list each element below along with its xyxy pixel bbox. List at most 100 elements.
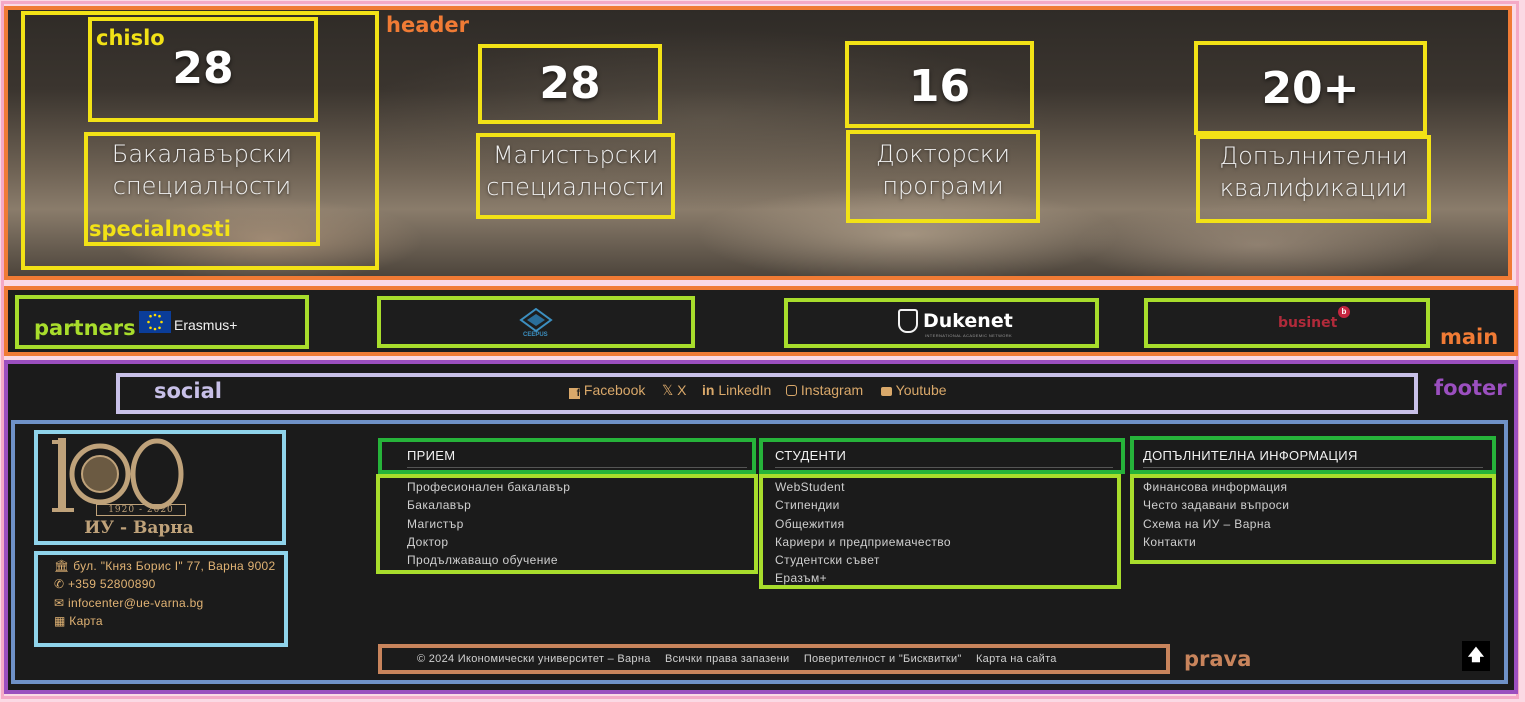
main-label: main: [1440, 325, 1499, 349]
column-heading-additional-info: ДОПЪЛНИТЕЛНА ИНФОРМАЦИЯ: [1143, 448, 1358, 463]
phone-text: +359 52800890: [68, 577, 156, 591]
specialnosti-label: specialnosti: [89, 217, 231, 241]
instagram-label: Instagram: [800, 382, 864, 398]
stat-caption-line2: специалности: [112, 172, 292, 200]
footer-link[interactable]: WebStudent: [775, 478, 951, 496]
youtube-icon: [881, 387, 892, 396]
sitemap-link[interactable]: Карта на сайта: [976, 653, 1057, 665]
facebook-icon: f: [569, 388, 580, 399]
facebook-label: Facebook: [583, 382, 646, 398]
address-line: 🏛 бул. "Княз Борис I" 77, Варна 9002: [54, 557, 276, 575]
footer-link[interactable]: Кариери и предприемачество: [775, 533, 951, 551]
logo-name: ИУ - Варна: [84, 518, 194, 538]
heading-divider: [775, 467, 1113, 468]
stat-caption-line2: специалности: [486, 173, 665, 201]
stat-number: 28: [172, 43, 234, 94]
eu-flag-icon: [139, 311, 171, 333]
footer-link[interactable]: Доктор: [407, 533, 570, 551]
youtube-link[interactable]: Youtube: [881, 382, 947, 398]
stat-number: 20+: [1261, 63, 1360, 114]
dukenet-shield-icon: [898, 309, 918, 333]
dukenet-text: Dukenet: [923, 310, 1013, 332]
column-heading-students: СТУДЕНТИ: [775, 448, 847, 463]
column-heading-box: ПРИЕМ: [378, 438, 756, 474]
footer-link[interactable]: Бакалавър: [407, 496, 570, 514]
footer-link[interactable]: Магистър: [407, 515, 570, 533]
stat-caption-line1: Допълнителни: [1219, 142, 1408, 170]
map-icon: ▦: [54, 614, 66, 628]
column-links-admission: Професионален бакалавър Бакалавър Магист…: [376, 474, 758, 574]
x-link[interactable]: 𝕏 X: [662, 382, 687, 399]
footer-link[interactable]: Продължаващо обучение: [407, 551, 570, 569]
column-links-additional-info: Финансова информация Често задавани въпр…: [1130, 474, 1496, 564]
stat-number-box: 28: [478, 44, 662, 124]
map-text: Карта: [69, 614, 103, 628]
stat-number: 28: [539, 58, 601, 109]
chislo-label: chislo: [96, 26, 165, 50]
column-links-students: WebStudent Стипендии Общежития Кариери и…: [759, 474, 1121, 589]
erasmus-text: Erasmus+: [174, 317, 238, 333]
stat-caption-box: Магистърски специалности: [476, 133, 675, 219]
privacy-link[interactable]: Поверителност и "Бисквитки": [804, 653, 962, 665]
partners-label: partners: [34, 316, 136, 340]
dukenet-subtitle: INTERNATIONAL ACADEMIC NETWORK: [925, 333, 1013, 338]
stat-caption-line1: Бакалавърски: [111, 140, 293, 168]
footer-link[interactable]: Общежития: [775, 515, 951, 533]
email-text: infocenter@ue-varna.bg: [68, 596, 204, 610]
footer-link[interactable]: Студентски съвет: [775, 551, 951, 569]
stat-caption-line2: програми: [882, 172, 1004, 200]
stat-number-box: 20+: [1194, 41, 1427, 135]
heading-divider: [407, 467, 747, 468]
footer-link[interactable]: Често задавани въпроси: [1143, 496, 1289, 514]
instagram-link[interactable]: Instagram: [786, 382, 863, 398]
facebook-link[interactable]: f Facebook: [569, 382, 645, 399]
stat-caption-line2: квалификации: [1219, 174, 1408, 202]
businet-badge-icon: b: [1338, 306, 1350, 318]
footer-link[interactable]: Професионален бакалавър: [407, 478, 570, 496]
x-icon: 𝕏: [662, 382, 674, 398]
footer-link[interactable]: Контакти: [1143, 533, 1289, 551]
footer-link[interactable]: Стипендии: [775, 496, 951, 514]
logo-years: 1920 - 2020: [96, 504, 186, 516]
copyright-text: © 2024 Икономически университет – Варна: [417, 653, 651, 665]
building-icon: 🏛: [54, 559, 70, 573]
rights-link[interactable]: Всички права запазени: [665, 653, 789, 665]
envelope-icon: ✉: [54, 596, 65, 610]
prava-label: prava: [1184, 647, 1252, 671]
instagram-icon: [786, 385, 797, 396]
phone-icon: ✆: [54, 577, 65, 591]
column-heading-box: СТУДЕНТИ: [759, 438, 1125, 474]
column-heading-box: ДОПЪЛНИТЕЛНА ИНФОРМАЦИЯ: [1130, 436, 1496, 474]
youtube-label: Youtube: [895, 382, 947, 398]
partner-dukenet-link[interactable]: Dukenet INTERNATIONAL ACADEMIC NETWORK: [784, 298, 1099, 348]
map-line[interactable]: ▦ Карта: [54, 612, 103, 630]
email-line[interactable]: ✉ infocenter@ue-varna.bg: [54, 594, 204, 612]
address-text: бул. "Княз Борис I" 77, Варна 9002: [73, 559, 276, 573]
footer-label: footer: [1434, 376, 1507, 400]
footer-link[interactable]: Еразъм+: [775, 569, 951, 587]
linkedin-link[interactable]: in LinkedIn: [702, 382, 771, 398]
copyright-bar: © 2024 Икономически университет – Варна …: [378, 644, 1170, 674]
linkedin-icon: in: [702, 382, 715, 398]
contacts-box: 🏛 бул. "Княз Борис I" 77, Варна 9002 ✆ +…: [34, 551, 288, 647]
partner-ceepus-link[interactable]: CEEPUS: [377, 296, 695, 348]
column-heading-admission: ПРИЕМ: [407, 448, 456, 463]
phone-line[interactable]: ✆ +359 52800890: [54, 575, 156, 593]
x-label: X: [677, 382, 687, 398]
ceepus-text: CEEPUS: [523, 332, 548, 338]
stat-caption-line1: Докторски: [876, 140, 1010, 168]
arrow-up-icon: 🡅: [1467, 647, 1485, 664]
university-logo-box[interactable]: 1920 - 2020 ИУ - Варна: [34, 430, 286, 545]
header-label: header: [386, 13, 469, 37]
stat-number: 16: [908, 61, 971, 112]
footer-link[interactable]: Схема на ИУ – Варна: [1143, 515, 1289, 533]
stat-number-box: 16: [845, 41, 1034, 128]
businet-text: businet: [1278, 315, 1338, 331]
footer-link[interactable]: Финансова информация: [1143, 478, 1289, 496]
heading-divider: [1143, 467, 1483, 468]
partner-businet-link[interactable]: businet b: [1144, 298, 1430, 348]
social-label: social: [154, 379, 222, 403]
linkedin-label: LinkedIn: [718, 382, 772, 398]
back-to-top-button[interactable]: 🡅: [1462, 641, 1490, 671]
stat-caption-line1: Магистърски: [492, 141, 659, 169]
